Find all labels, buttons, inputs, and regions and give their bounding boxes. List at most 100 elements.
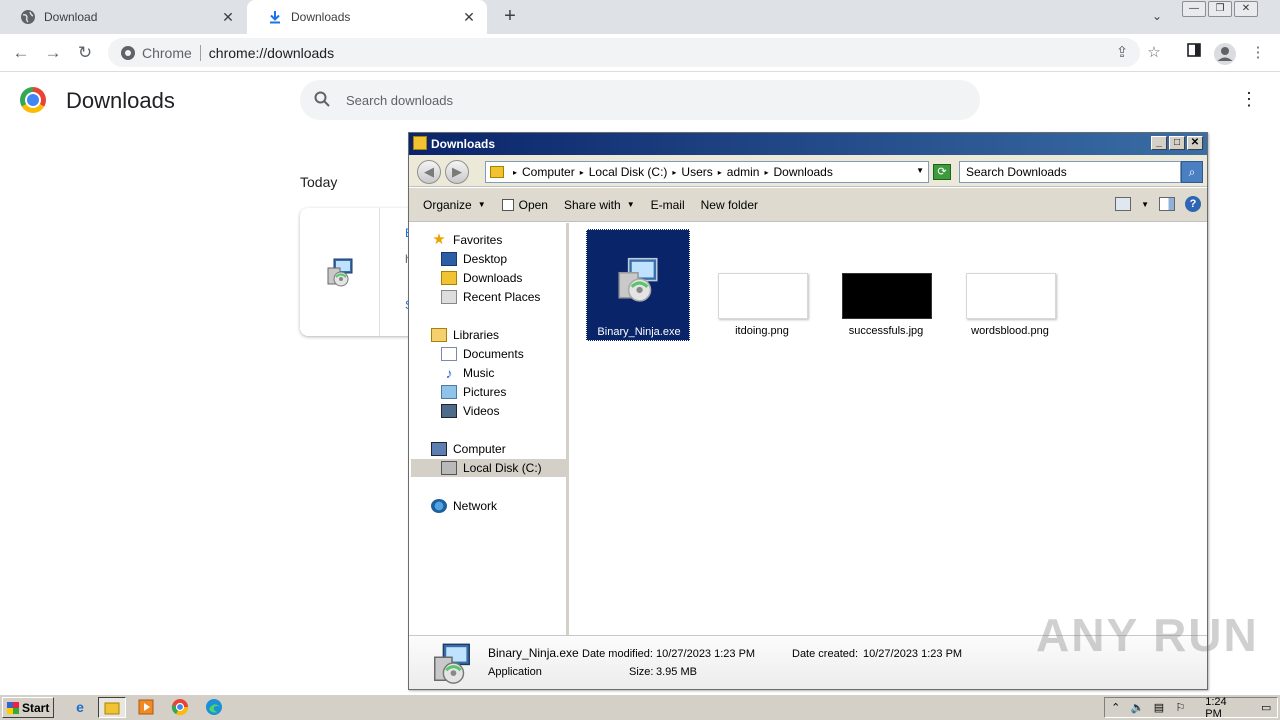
nav-local-disk[interactable]: Local Disk (C:) — [411, 459, 567, 477]
explorer-title-bar[interactable]: Downloads _ □ ✕ — [409, 133, 1207, 155]
breadcrumb-item[interactable]: Downloads — [773, 165, 832, 179]
side-panel-icon[interactable] — [1184, 43, 1204, 63]
nav-computer[interactable]: Computer — [411, 440, 567, 458]
refresh-icon[interactable]: ⟳ — [933, 164, 951, 180]
nav-label: Pictures — [463, 385, 507, 399]
new-folder-button[interactable]: New folder — [693, 198, 766, 212]
downloads-search-bar[interactable] — [300, 80, 980, 120]
chrome-logo-icon — [20, 87, 46, 113]
clock[interactable]: 1:24 PM — [1205, 696, 1245, 720]
tab-search-chevron-icon[interactable]: ⌄ — [1152, 9, 1162, 23]
share-with-button[interactable]: Share with ▼ — [556, 198, 643, 212]
start-button[interactable]: Start — [2, 697, 54, 718]
size-value: 3.95 MB — [656, 666, 697, 678]
address-bar[interactable]: Chrome chrome://downloads — [108, 38, 1140, 67]
site-chip: Chrome — [142, 44, 192, 61]
breadcrumb-item[interactable]: Local Disk (C:) — [589, 165, 668, 179]
downloads-menu-icon[interactable]: ⋮ — [1240, 90, 1258, 108]
restore-button[interactable]: ❐ — [1208, 1, 1232, 17]
nav-recent-places[interactable]: Recent Places — [411, 288, 567, 306]
file-name: wordsblood.png — [971, 325, 1049, 337]
new-tab-button[interactable]: + — [500, 6, 520, 26]
forward-arrow-icon[interactable]: → — [42, 42, 64, 64]
close-window-button[interactable]: ✕ — [1234, 1, 1258, 17]
chevron-down-icon[interactable]: ▼ — [1141, 200, 1149, 209]
url-text: chrome://downloads — [208, 44, 335, 61]
maximize-button[interactable]: □ — [1169, 136, 1185, 150]
breadcrumb[interactable]: ▸ Computer ▸ Local Disk (C:) ▸ Users ▸ a… — [485, 161, 929, 183]
file-name: successfuls.jpg — [848, 325, 924, 337]
back-arrow-icon[interactable]: ← — [10, 42, 32, 64]
browser-toolbar: ← → ↻ Chrome chrome://downloads ⇪ ☆ ⋮ — [0, 34, 1280, 72]
star-icon: ★ — [432, 231, 446, 248]
close-tab-icon[interactable]: ✕ — [220, 9, 236, 26]
watermark: ANY RUN — [1036, 609, 1259, 661]
open-button[interactable]: Open — [494, 198, 556, 212]
media-player-icon[interactable] — [132, 697, 160, 718]
explorer-icon[interactable] — [98, 697, 126, 718]
date-modified-label: Date modified: — [582, 648, 653, 660]
bookmark-star-icon[interactable]: ☆ — [1144, 43, 1164, 63]
globe-icon — [20, 9, 36, 25]
recent-places-icon — [441, 290, 457, 304]
chrome-icon[interactable] — [166, 697, 194, 718]
explorer-address-bar: ◀ ▶ ▸ Computer ▸ Local Disk (C:) ▸ Users… — [409, 155, 1207, 187]
close-button[interactable]: ✕ — [1187, 136, 1203, 150]
show-desktop-icon[interactable]: ▭ — [1255, 701, 1277, 714]
nav-network[interactable]: Network — [411, 497, 567, 515]
edge-icon[interactable] — [200, 697, 228, 718]
chrome-site-icon — [120, 45, 136, 61]
change-view-icon[interactable] — [1115, 197, 1132, 211]
tab-downloads[interactable]: Downloads ✕ — [247, 0, 487, 34]
nav-label: Downloads — [463, 271, 523, 285]
breadcrumb-item[interactable]: Users — [681, 165, 712, 179]
computer-icon — [431, 442, 447, 456]
help-icon[interactable]: ? — [1185, 196, 1201, 212]
start-label: Start — [22, 700, 50, 715]
file-item[interactable]: Binary_Ninja.exe — [586, 229, 690, 341]
nav-documents[interactable]: Documents — [411, 345, 567, 363]
image-thumbnail — [842, 273, 932, 319]
file-item[interactable]: wordsblood.png — [958, 229, 1062, 341]
nav-pictures[interactable]: Pictures — [411, 383, 567, 401]
minimize-button[interactable]: — — [1182, 1, 1206, 17]
file-item[interactable]: itdoing.png — [710, 229, 814, 341]
downloads-search-input[interactable] — [346, 92, 846, 108]
volume-icon[interactable]: 🔈 — [1127, 701, 1149, 714]
folder-icon — [490, 166, 504, 178]
chevron-down-icon: ▼ — [626, 200, 635, 209]
back-button[interactable]: ◀ — [417, 160, 441, 184]
nav-videos[interactable]: Videos — [411, 402, 567, 420]
minimize-button[interactable]: _ — [1151, 136, 1167, 150]
nav-libraries[interactable]: Libraries — [411, 326, 567, 344]
nav-favorites[interactable]: ★ Favorites — [411, 231, 567, 249]
preview-pane-icon[interactable] — [1159, 197, 1175, 211]
breadcrumb-item[interactable]: admin — [727, 165, 760, 179]
search-icon[interactable]: ⌕ — [1181, 161, 1203, 183]
email-button[interactable]: E-mail — [643, 198, 693, 212]
dropdown-arrow-icon[interactable]: ▼ — [916, 166, 924, 175]
tab-download[interactable]: Download ✕ — [0, 0, 246, 34]
menu-kebab-icon[interactable]: ⋮ — [1248, 43, 1268, 63]
action-center-flag-icon[interactable]: ⚐ — [1170, 701, 1192, 714]
reload-icon[interactable]: ↻ — [74, 42, 96, 64]
organize-button[interactable]: Organize ▼ — [415, 198, 494, 212]
profile-avatar-icon[interactable] — [1214, 43, 1236, 65]
file-item[interactable]: successfuls.jpg — [834, 229, 938, 341]
nav-desktop[interactable]: Desktop — [411, 250, 567, 268]
nav-music[interactable]: ♪ Music — [411, 364, 567, 382]
close-tab-icon[interactable]: ✕ — [461, 9, 477, 26]
view-controls: ▼ ? — [1115, 196, 1201, 212]
explorer-search-input[interactable] — [959, 161, 1181, 183]
share-icon[interactable]: ⇪ — [1112, 43, 1132, 63]
forward-button[interactable]: ▶ — [445, 160, 469, 184]
documents-icon — [441, 347, 457, 361]
nav-downloads[interactable]: Downloads — [411, 269, 567, 287]
libraries-icon — [431, 328, 447, 342]
videos-icon — [441, 404, 457, 418]
ie-icon[interactable]: e — [66, 697, 94, 718]
show-hidden-icons-icon[interactable]: ⌃ — [1105, 701, 1127, 714]
breadcrumb-item[interactable]: Computer — [522, 165, 575, 179]
network-status-icon[interactable]: ▤ — [1148, 701, 1170, 714]
share-with-label: Share with — [563, 197, 621, 212]
